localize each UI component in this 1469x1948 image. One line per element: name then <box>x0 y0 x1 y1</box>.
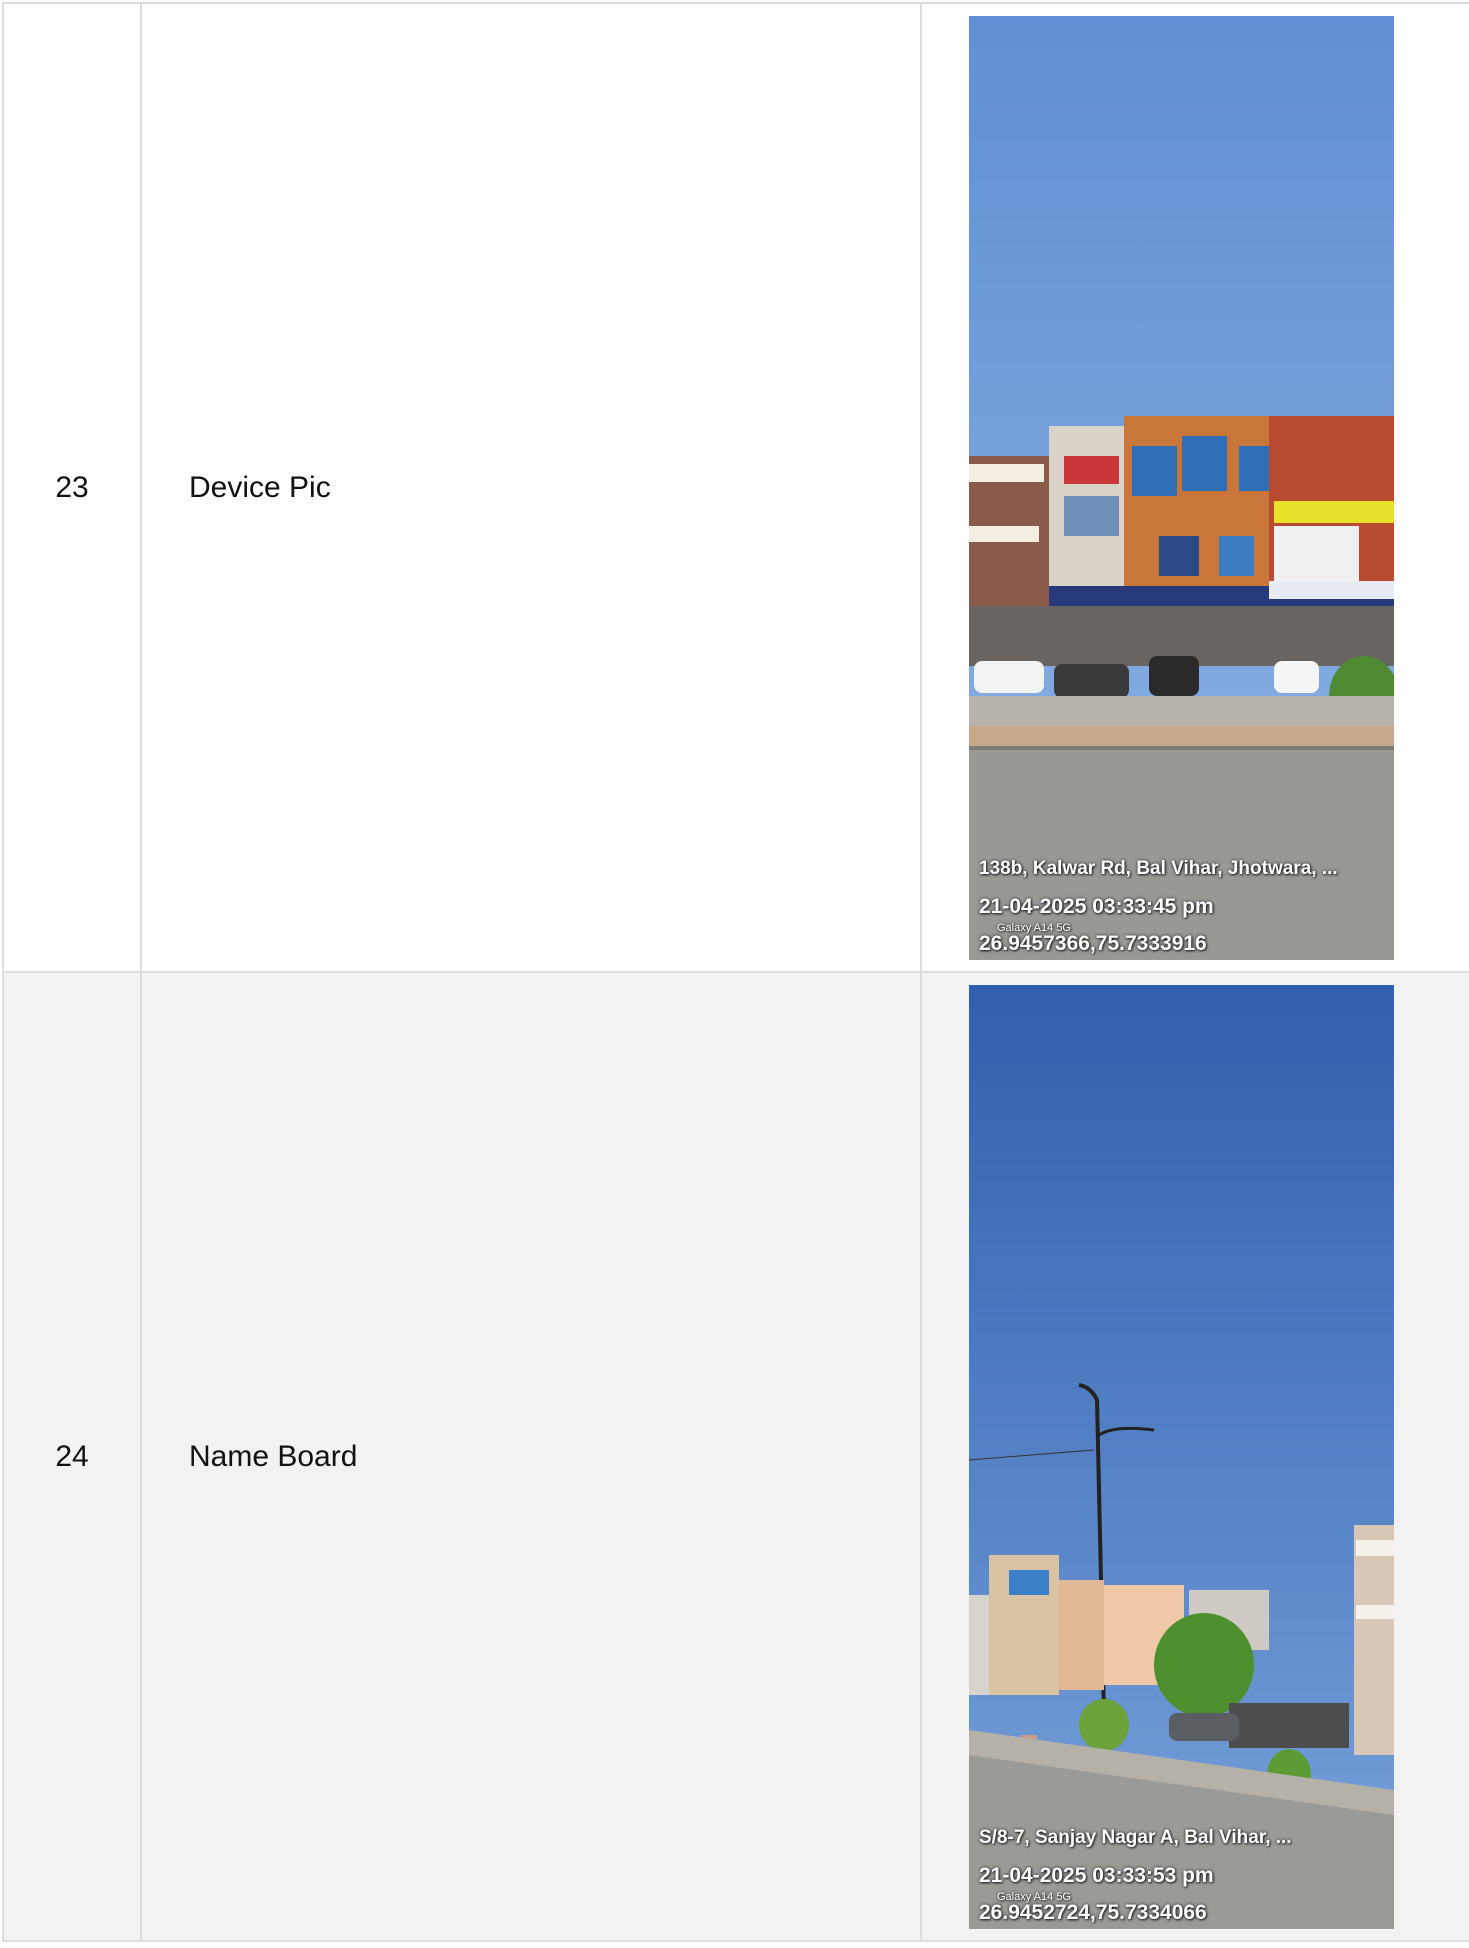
report-table: 23 Device Pic 138b, Kalwar Rd, Bal Vihar… <box>2 2 1469 1942</box>
photo-address: S/8-7, Sanjay Nagar A, Bal Vihar, ... <box>979 1826 1292 1848</box>
table-row: 23 Device Pic 138b, Kalwar Rd, Bal Vihar… <box>2 2 1469 973</box>
photo-cell: S/8-7, Sanjay Nagar A, Bal Vihar, ... 21… <box>920 971 1469 1942</box>
photo-datetime: 21-04-2025 03:33:45 pm <box>979 894 1214 918</box>
name-board-photo-scene <box>969 984 1394 1929</box>
photo-coordinates: 26.9457366,75.7333916 <box>979 931 1207 955</box>
photo-datetime: 21-04-2025 03:33:53 pm <box>979 1863 1214 1887</box>
name-board-photo: S/8-7, Sanjay Nagar A, Bal Vihar, ... 21… <box>969 984 1394 1929</box>
row-label: Device Pic <box>140 2 922 973</box>
photo-address: 138b, Kalwar Rd, Bal Vihar, Jhotwara, ..… <box>979 857 1338 879</box>
photo-cell: 138b, Kalwar Rd, Bal Vihar, Jhotwara, ..… <box>920 2 1469 973</box>
row-label: Name Board <box>140 971 922 1942</box>
table-row: 24 Name Board S/8-7, Sanjay Nagar A, Bal… <box>2 971 1469 1942</box>
device-photo: 138b, Kalwar Rd, Bal Vihar, Jhotwara, ..… <box>969 15 1394 960</box>
row-number: 23 <box>2 2 142 973</box>
device-photo-scene <box>969 15 1394 960</box>
row-number: 24 <box>2 971 142 1942</box>
photo-coordinates: 26.9452724,75.7334066 <box>979 1900 1207 1924</box>
